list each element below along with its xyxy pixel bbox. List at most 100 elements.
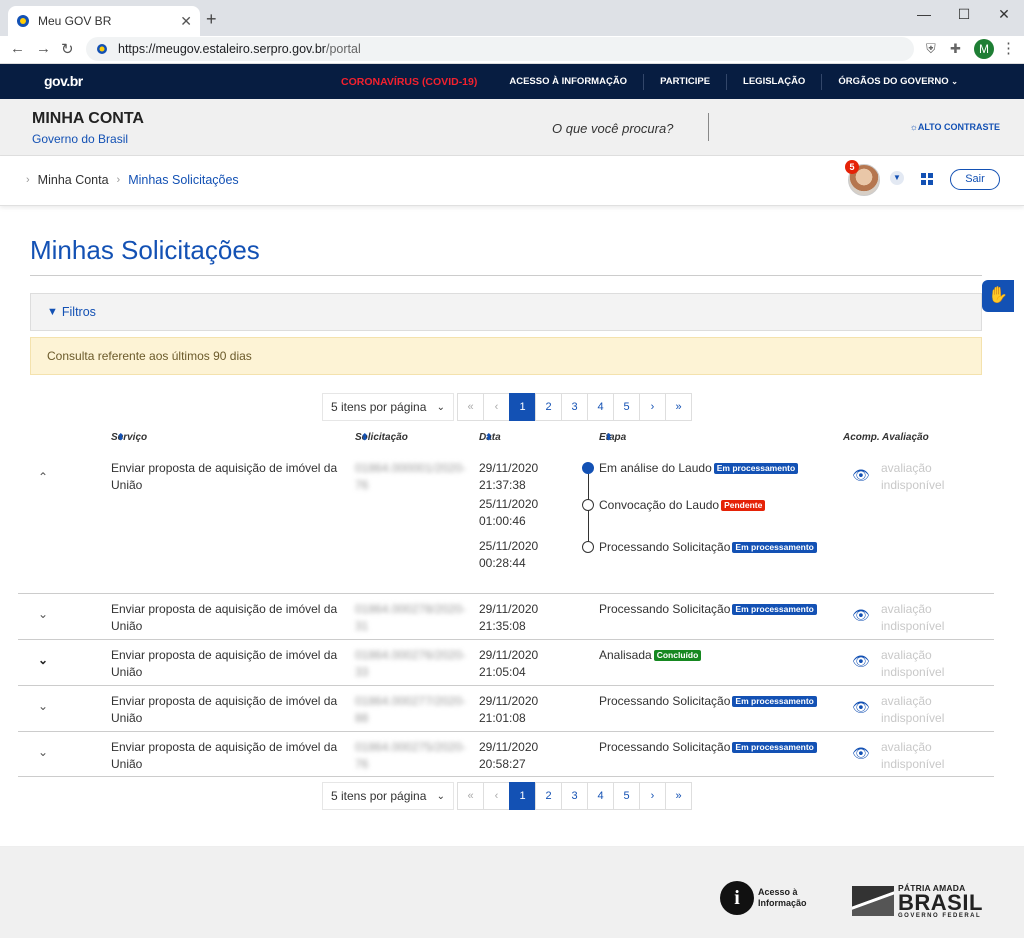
eye-icon[interactable]: 👁	[852, 467, 870, 484]
step-date-time: 29/11/2020 21:37:38	[479, 460, 538, 494]
participe-link[interactable]: PARTICIPE	[643, 73, 726, 90]
row-avaliacao: avaliação indisponível	[881, 461, 945, 492]
chevron-down-icon[interactable]: ⌄	[38, 745, 48, 759]
table-row[interactable]: ⌄ Enviar proposta de aquisição de imóvel…	[18, 640, 994, 686]
last-page-button[interactable]: »	[665, 393, 692, 421]
sort-icon: ⬍	[605, 432, 613, 442]
title-divider	[30, 275, 982, 276]
forward-arrow-icon[interactable]: →	[36, 40, 51, 57]
row-date: 29/11/2020	[479, 602, 539, 616]
prev-page-button[interactable]: ‹	[483, 782, 510, 810]
row-avaliacao: avaliação indisponível	[881, 648, 945, 679]
step-date-time: 25/11/2020 00:28:44	[479, 538, 538, 572]
back-arrow-icon[interactable]: ←	[10, 40, 25, 57]
account-subtitle-link[interactable]: Governo do Brasil	[32, 132, 128, 146]
breadcrumb-minha-conta[interactable]: Minha Conta	[38, 173, 109, 187]
vlibras-accessibility-icon[interactable]: ✋	[982, 280, 1014, 312]
first-page-button[interactable]: «	[457, 782, 484, 810]
govbr-logo[interactable]: gov.br	[44, 73, 83, 89]
browser-tab[interactable]: Meu GOV BR ✕	[8, 6, 200, 36]
step-time: 01:00:46	[479, 514, 526, 528]
prev-page-button[interactable]: ‹	[483, 393, 510, 421]
page-3-button[interactable]: 3	[561, 393, 588, 421]
status-badge: Em processamento	[732, 542, 817, 553]
page-4-button[interactable]: 4	[587, 393, 614, 421]
minimize-button[interactable]: —	[904, 4, 944, 24]
logout-button[interactable]: Sair	[950, 169, 1000, 190]
items-per-page-select[interactable]: 5 itens por página ⌄	[322, 782, 454, 810]
etapa-label: Processando Solicitação	[599, 694, 731, 708]
url-host: https://meugov.estaleiro.serpro.gov.br	[118, 42, 326, 56]
etapa-label: Em análise do Laudo	[599, 461, 712, 475]
pagination-top: 5 itens por página ⌄ « ‹ 1 2 3 4 5 › »	[322, 393, 692, 421]
orgaos-governo-link[interactable]: ÓRGÃOS DO GOVERNO ⌄	[821, 73, 974, 90]
tab-close-icon[interactable]: ✕	[180, 13, 192, 30]
eye-icon[interactable]: 👁	[852, 745, 870, 762]
row-solicitacao: 01864.000278/2020-31	[355, 602, 466, 633]
browser-menu-icon[interactable]: ⋮	[1001, 39, 1016, 57]
chevron-up-icon[interactable]: ⌃	[38, 470, 48, 484]
alert-text: Consulta referente aos últimos 90 dias	[47, 349, 252, 363]
next-page-button[interactable]: ›	[639, 393, 666, 421]
row-etapa: Processando Solicitação Em processamento	[599, 739, 817, 756]
brasil-sub-text: GOVERNO FEDERAL	[898, 913, 982, 919]
address-bar-row: ← → ↻ https://meugov.estaleiro.serpro.go…	[0, 36, 1024, 64]
row-time: 20:58:27	[479, 757, 526, 771]
account-title: MINHA CONTA	[32, 110, 144, 127]
table-row[interactable]: ⌃ Enviar proposta de aquisição de imóvel…	[18, 458, 994, 594]
apps-grid-icon[interactable]	[921, 173, 933, 185]
notification-badge[interactable]: 5	[845, 160, 859, 174]
chevron-down-icon[interactable]: ⌄	[38, 607, 48, 621]
first-page-button[interactable]: «	[457, 393, 484, 421]
orgaos-governo-label: ÓRGÃOS DO GOVERNO	[838, 75, 949, 87]
eye-icon[interactable]: 👁	[852, 653, 870, 670]
row-avaliacao: avaliação indisponível	[881, 740, 945, 771]
status-badge: Em processamento	[732, 742, 817, 753]
url-field[interactable]: https://meugov.estaleiro.serpro.gov.br/p…	[86, 37, 914, 61]
last-page-button[interactable]: »	[665, 782, 692, 810]
table-row[interactable]: ⌄ Enviar proposta de aquisição de imóvel…	[18, 686, 994, 732]
governo-federal-logo[interactable]: PÁTRIA AMADA BRASIL GOVERNO FEDERAL	[852, 883, 983, 919]
page-1-button[interactable]: 1	[509, 782, 536, 810]
high-contrast-toggle[interactable]: ☼ALTO CONTRASTE	[910, 122, 1000, 132]
search-prompt[interactable]: O que você procura?	[552, 121, 673, 136]
page-1-button[interactable]: 1	[509, 393, 536, 421]
acesso-informacao-logo[interactable]: i Acesso à Informação	[720, 881, 814, 915]
acesso-informacao-link[interactable]: ACESSO À INFORMAÇÃO	[493, 74, 643, 90]
chevron-down-icon[interactable]: ⌄	[38, 699, 48, 713]
table-row[interactable]: ⌄ Enviar proposta de aquisição de imóvel…	[18, 732, 994, 777]
chevron-down-icon[interactable]: ⌄	[38, 653, 48, 667]
breadcrumb-minhas-solicitacoes[interactable]: Minhas Solicitações	[128, 173, 238, 187]
new-tab-button[interactable]: +	[206, 9, 217, 30]
items-per-page-select[interactable]: 5 itens por página ⌄	[322, 393, 454, 421]
chevron-down-icon[interactable]: ▼	[890, 171, 904, 185]
puzzle-extensions-icon[interactable]: ✚	[950, 41, 961, 57]
legislacao-link[interactable]: LEGISLAÇÃO	[726, 73, 821, 90]
row-solicitacao: 01864.000276/2020-33	[355, 648, 466, 679]
window-controls: — ☐ ✕	[904, 4, 1024, 24]
covid-link[interactable]: CORONAVÍRUS (COVID-19)	[325, 74, 493, 90]
brasil-main-text: BRASIL	[898, 890, 983, 915]
maximize-button[interactable]: ☐	[944, 4, 984, 24]
table-row[interactable]: ⌄ Enviar proposta de aquisição de imóvel…	[18, 594, 994, 640]
page-4-button[interactable]: 4	[587, 782, 614, 810]
page-5-button[interactable]: 5	[613, 782, 640, 810]
page-3-button[interactable]: 3	[561, 782, 588, 810]
page-2-button[interactable]: 2	[535, 782, 562, 810]
eye-icon[interactable]: 👁	[852, 607, 870, 624]
next-page-button[interactable]: ›	[639, 782, 666, 810]
reload-icon[interactable]: ↻	[61, 40, 74, 58]
filters-panel[interactable]: ▼ Filtros	[30, 293, 982, 331]
timeline-line	[588, 470, 589, 552]
shield-extension-icon[interactable]: ⛨	[926, 41, 936, 57]
table-header: Serviço ⬍ Solicitação ⬍ Data ⬍ Etapa ⬍ Acomp…	[0, 432, 1000, 448]
page-2-button[interactable]: 2	[535, 393, 562, 421]
browser-profile-avatar[interactable]: M	[974, 39, 994, 59]
search-divider	[708, 113, 709, 141]
eye-icon[interactable]: 👁	[852, 699, 870, 716]
row-solicitacao: 01864.000275/2020-76	[355, 740, 466, 771]
row-date-time: 29/11/2020 20:58:27	[479, 739, 538, 773]
page-5-button[interactable]: 5	[613, 393, 640, 421]
close-window-button[interactable]: ✕	[984, 4, 1024, 24]
timeline-dot	[582, 499, 594, 511]
